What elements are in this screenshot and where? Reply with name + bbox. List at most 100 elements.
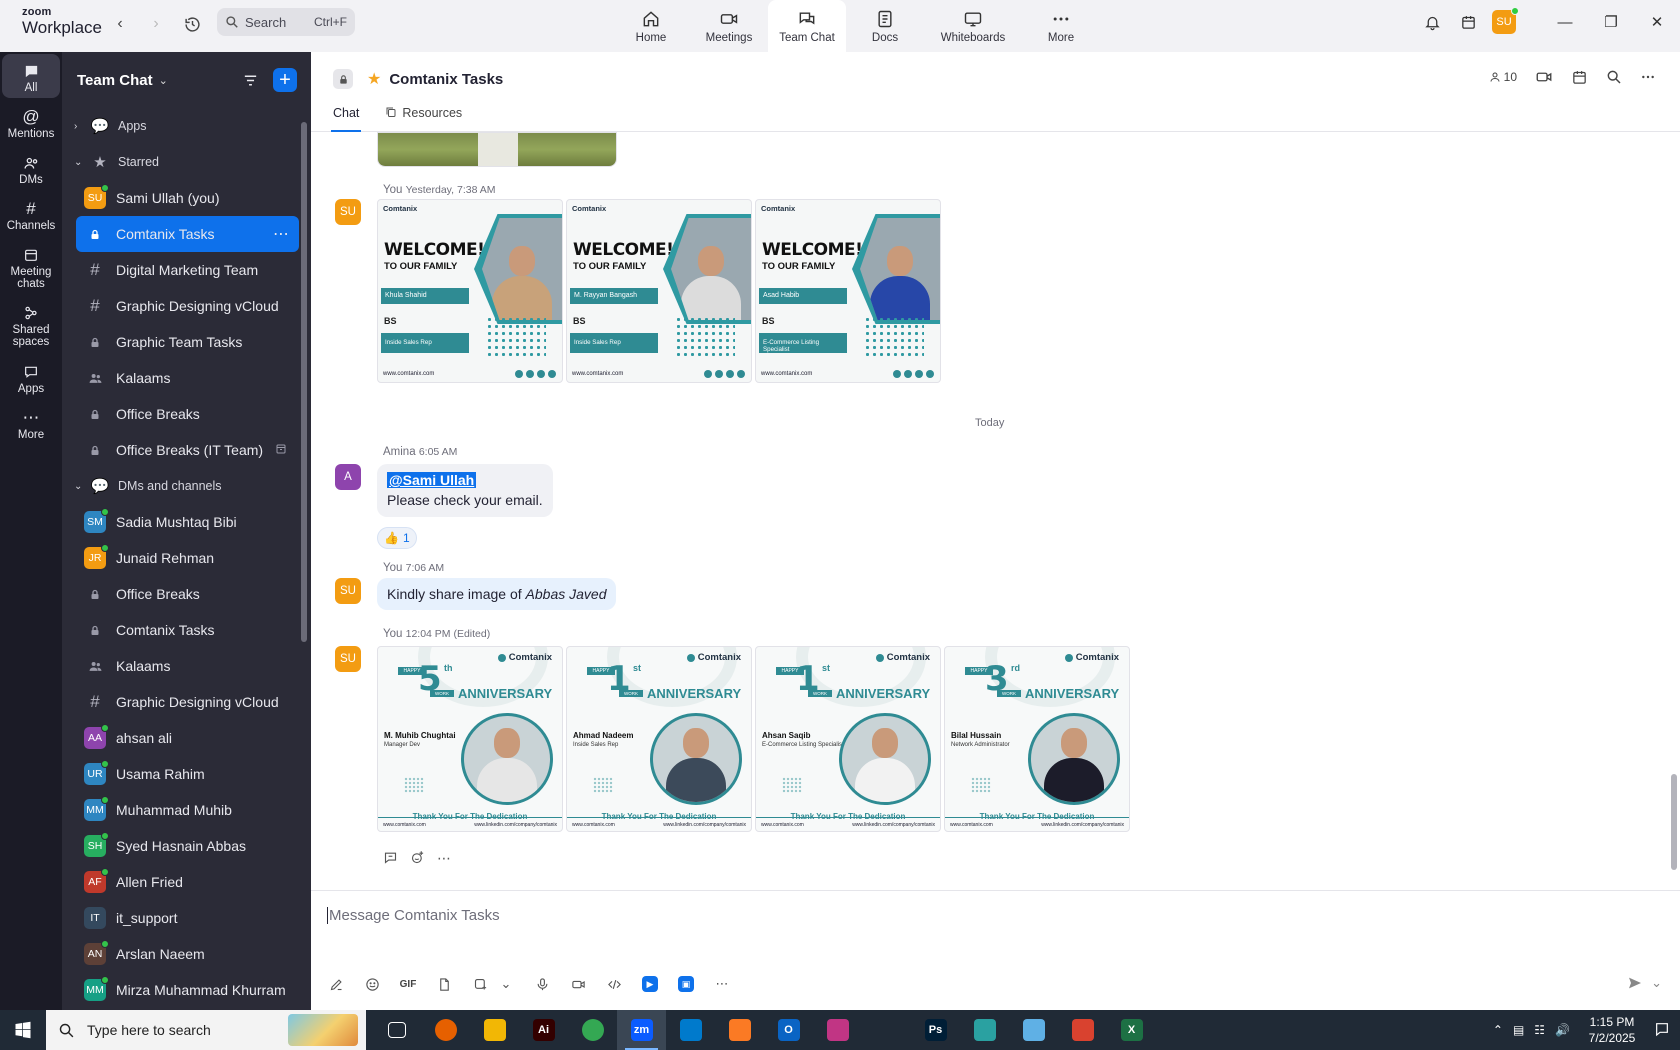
rail-item-channels[interactable]: # Channels [2, 192, 60, 236]
sidebar-item[interactable]: Graphic Team Tasks [62, 324, 303, 360]
tab-team-chat[interactable]: Team Chat [768, 0, 846, 52]
back-icon[interactable]: ‹ [108, 12, 132, 36]
tab-whiteboards[interactable]: Whiteboards [924, 0, 1022, 52]
whiteboard-share-icon[interactable]: ▣ [675, 973, 697, 995]
sidebar-item[interactable]: UR Usama Rahim [62, 756, 303, 792]
sidebar-item[interactable]: # Graphic Designing vCloud [62, 684, 303, 720]
sidebar-title[interactable]: Team Chat [77, 72, 153, 89]
sidebar-item[interactable]: Comtanix Tasks [62, 612, 303, 648]
sidebar-item[interactable]: # Graphic Designing vCloud [62, 288, 303, 324]
network-icon[interactable]: ▤ [1513, 1023, 1524, 1037]
tab-home[interactable]: Home [612, 0, 690, 52]
sender-name[interactable]: You [383, 628, 402, 640]
chevron-up-icon[interactable]: ⌃ [1493, 1023, 1503, 1037]
sender-name[interactable]: You [383, 562, 402, 574]
taskbar-app-photoshop[interactable]: Ps [911, 1010, 960, 1050]
message-input[interactable]: Message Comtanix Tasks [327, 907, 500, 924]
tab-docs[interactable]: Docs [846, 0, 924, 52]
more-icon[interactable] [1640, 69, 1656, 85]
more-icon[interactable]: ⋯ [437, 850, 451, 868]
message-composer[interactable]: Message Comtanix Tasks GIF ⌄ ▶ ▣ ⋯ ⌄ [311, 890, 1680, 1010]
rail-item-more[interactable]: ⋯ More [2, 401, 60, 445]
avatar[interactable]: SU [335, 578, 361, 604]
history-icon[interactable] [180, 12, 204, 36]
taskbar-app-outlook[interactable]: O [764, 1010, 813, 1050]
search-icon[interactable] [1606, 69, 1622, 85]
welcome-image[interactable]: Comtanix WELCOME! TO OUR FAMILY Khula Shahi… [377, 199, 563, 383]
avatar[interactable]: SU [335, 646, 361, 672]
section-dms[interactable]: ⌄ 💬 DMs and channels [62, 468, 311, 504]
sidebar-item[interactable]: SH Syed Hasnain Abbas [62, 828, 303, 864]
section-apps[interactable]: › 💬 Apps [62, 108, 311, 144]
start-button[interactable] [0, 1010, 46, 1050]
sidebar-scrollbar[interactable] [301, 122, 307, 642]
previous-image[interactable] [377, 132, 617, 167]
app-integration-icon[interactable]: ▶ [639, 973, 661, 995]
file-icon[interactable] [433, 973, 455, 995]
taskbar-app-pen-tool[interactable] [862, 1010, 911, 1050]
anniversary-image[interactable]: Comtanix HAPPY 5th WORK ANNIVERSARY M. Muhib … [377, 646, 563, 832]
sidebar-item[interactable]: Kalaams [62, 360, 303, 396]
close-button[interactable]: ✕ [1634, 0, 1680, 44]
tab-resources[interactable]: Resources [383, 106, 464, 132]
rail-item-apps[interactable]: Apps [2, 355, 60, 399]
rail-item-all[interactable]: All [2, 54, 60, 99]
taskbar-app-app-red[interactable] [1058, 1010, 1107, 1050]
minimize-button[interactable]: — [1542, 0, 1588, 44]
sidebar-item[interactable]: Kalaams [62, 648, 303, 684]
star-icon[interactable]: ★ [367, 69, 381, 89]
send-icon[interactable] [1627, 975, 1643, 994]
mention-link[interactable]: @Sami Ullah [387, 472, 477, 488]
maximize-button[interactable]: ❐ [1588, 0, 1634, 44]
more-icon[interactable]: ⋯ [711, 973, 733, 995]
filter-icon[interactable] [242, 72, 259, 89]
channel-title[interactable]: Comtanix Tasks [389, 71, 503, 88]
taskbar-app-file-explorer[interactable] [470, 1010, 519, 1050]
sidebar-item[interactable]: Office Breaks [62, 576, 303, 612]
rail-item-shared-spaces[interactable]: Shared spaces [2, 296, 60, 352]
sidebar-item[interactable]: Office Breaks (IT Team) [62, 432, 303, 468]
sidebar-item[interactable]: Office Breaks [62, 396, 303, 432]
microphone-icon[interactable] [531, 973, 553, 995]
taskbar-app-xampp[interactable] [715, 1010, 764, 1050]
sidebar-item[interactable]: MM Mirza Muhammad Khurram [62, 972, 303, 1008]
screenshot-icon[interactable] [469, 973, 491, 995]
clock[interactable]: 1:15 PM 7/2/2025 [1580, 1014, 1644, 1046]
member-count[interactable]: 10 [1489, 70, 1517, 84]
welcome-image[interactable]: Comtanix WELCOME! TO OUR FAMILY Asad Habib B… [755, 199, 941, 383]
more-icon[interactable]: ⋯ [273, 224, 289, 244]
sidebar-item[interactable]: IT it_support [62, 900, 303, 936]
taskbar-app-photos[interactable] [813, 1010, 862, 1050]
search-input[interactable]: Search Ctrl+F [217, 8, 355, 36]
chevron-down-icon[interactable]: ⌄ [159, 74, 168, 87]
sidebar-item[interactable]: AN Arslan Naeem [62, 936, 303, 972]
rail-item-meeting-chats[interactable]: Meeting chats [2, 238, 60, 294]
wifi-icon[interactable]: ☷ [1534, 1023, 1545, 1037]
calendar-icon[interactable] [1571, 69, 1588, 86]
taskbar-app-app-teal[interactable] [960, 1010, 1009, 1050]
format-icon[interactable] [325, 973, 347, 995]
add-reaction-icon[interactable] [410, 850, 425, 868]
taskbar-app-zoom[interactable]: zm [617, 1010, 666, 1050]
message-scrollbar[interactable] [1671, 774, 1677, 870]
sidebar-item[interactable]: SM Sadia Mushtaq Bibi [62, 504, 303, 540]
rail-item-mentions[interactable]: @ Mentions [2, 100, 60, 144]
chevron-down-icon[interactable]: ⌄ [1651, 975, 1662, 994]
sidebar-item[interactable]: AA ahsan ali [62, 720, 303, 756]
volume-icon[interactable]: 🔊 [1555, 1023, 1570, 1037]
tab-chat[interactable]: Chat [331, 106, 362, 132]
calendar-icon[interactable] [1450, 4, 1486, 40]
emoji-icon[interactable] [361, 973, 383, 995]
sidebar-item[interactable]: # Digital Marketing Team [62, 252, 303, 288]
code-icon[interactable] [603, 973, 625, 995]
forward-icon[interactable]: › [144, 12, 168, 36]
tab-more[interactable]: More [1022, 0, 1100, 52]
taskbar-app-task-view[interactable] [372, 1010, 421, 1050]
sidebar-item[interactable]: SU Sami Ullah (you) [62, 180, 303, 216]
notifications-icon[interactable] [1654, 1021, 1670, 1040]
anniversary-image[interactable]: Comtanix HAPPY 1st WORK ANNIVERSARY Ahmad Nad… [566, 646, 752, 832]
avatar[interactable]: SU [335, 199, 361, 225]
new-chat-button[interactable]: + [273, 68, 297, 92]
rail-item-dms[interactable]: DMs [2, 146, 60, 190]
reply-icon[interactable] [383, 850, 398, 868]
